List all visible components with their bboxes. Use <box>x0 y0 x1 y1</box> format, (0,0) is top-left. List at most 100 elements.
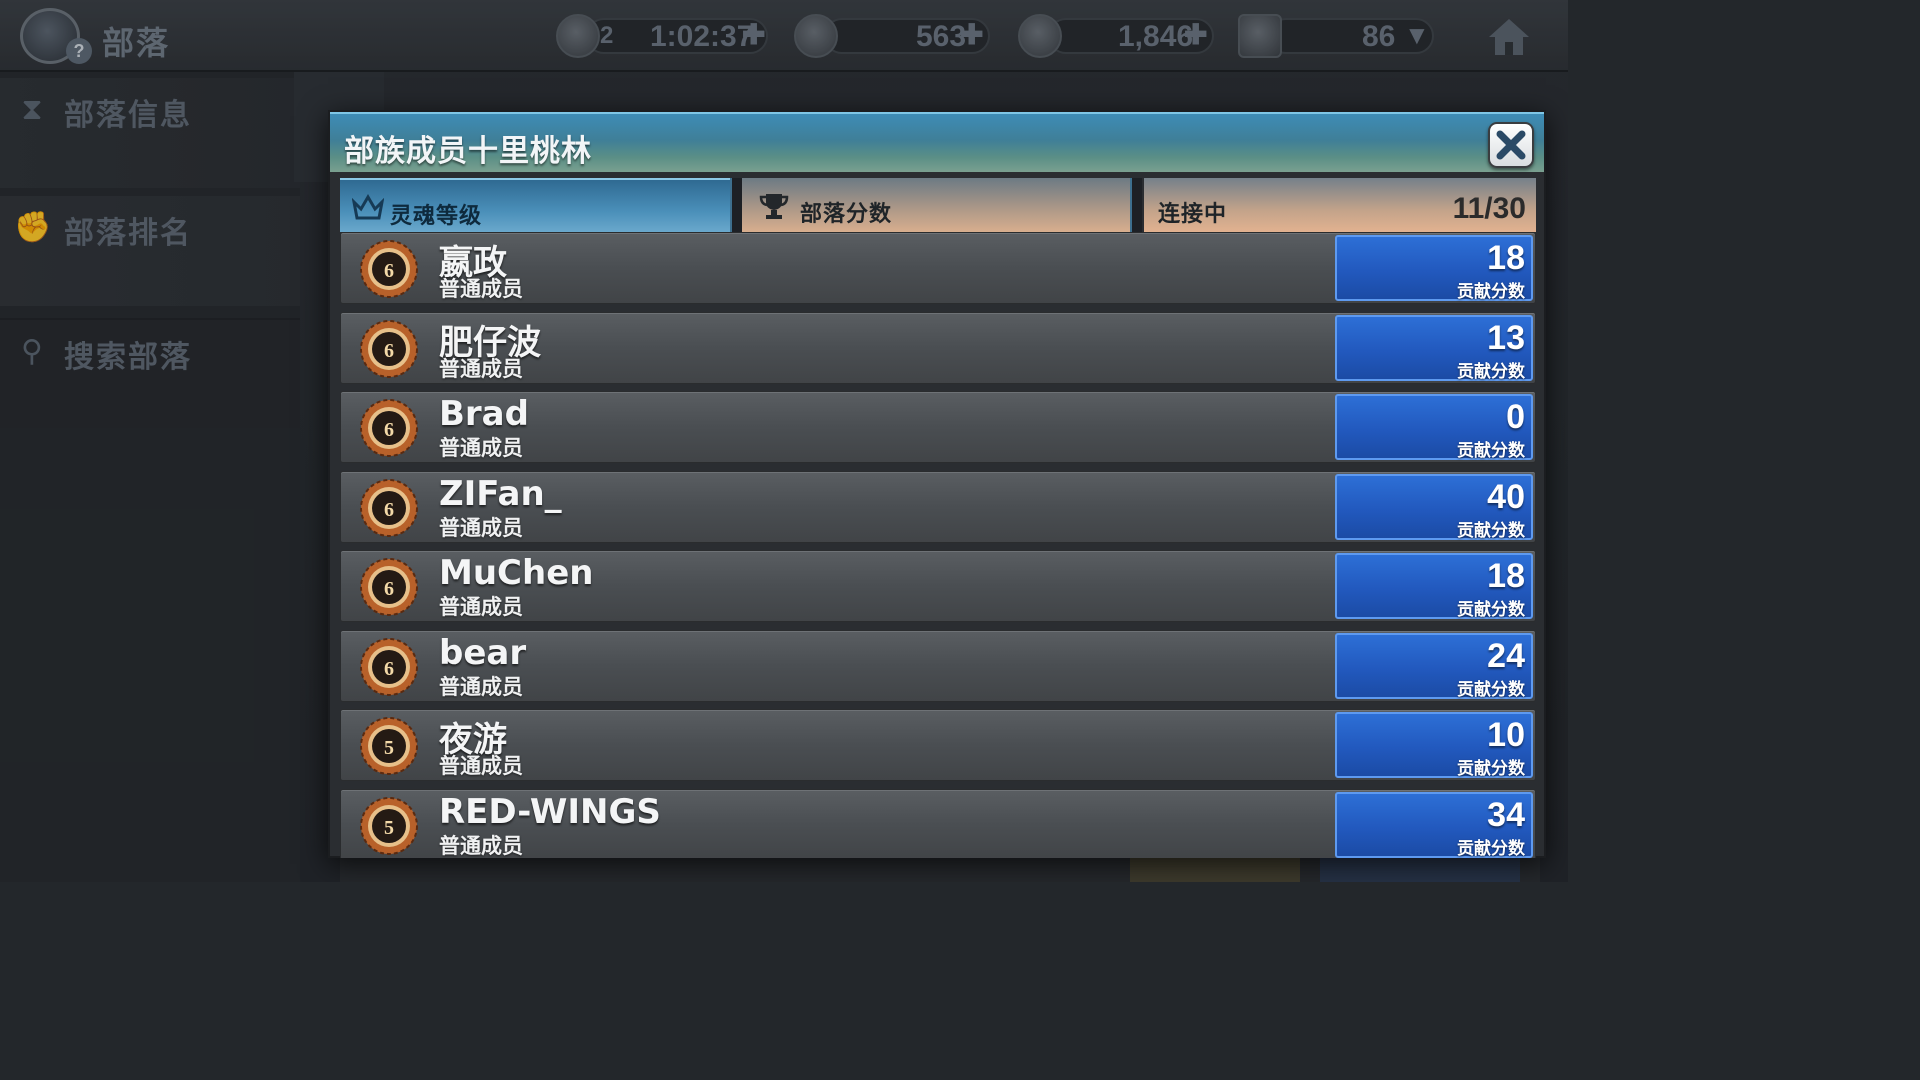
soul-level-value: 5 <box>384 737 394 759</box>
contribution-score-box: 13 贡献分数 <box>1335 314 1533 382</box>
soul-level-value: 6 <box>384 578 394 600</box>
soul-level-badge-icon: 6 <box>360 637 418 696</box>
soul-level-badge-icon: 5 <box>360 717 418 775</box>
sidebar-item-label: 搜索部落 <box>64 340 192 375</box>
contribution-score-label: 贡献分数 <box>1457 838 1525 859</box>
contribution-score-value: 40 <box>1487 477 1525 516</box>
close-button[interactable] <box>1488 122 1534 168</box>
member-name: Brad <box>439 394 529 434</box>
sidebar-item-search-tribe[interactable]: ⚲ 搜索部落 <box>0 318 300 428</box>
close-icon <box>1496 130 1526 160</box>
member-row[interactable]: 6 MuChen 普通成员 18 贡献分数 <box>340 550 1536 622</box>
member-list[interactable]: 6 嬴政 普通成员 18 贡献分数 6 肥仔波 普通成员 13 贡献分数 6 B… <box>340 232 1536 858</box>
contribution-score-label: 贡献分数 <box>1457 679 1525 700</box>
sidebar-item-label: 部落信息 <box>64 98 192 133</box>
trophy-icon <box>1238 14 1282 58</box>
soul-level-value: 6 <box>384 419 394 441</box>
member-row[interactable]: 5 夜游 普通成员 10 贡献分数 <box>340 709 1536 781</box>
soul-level-badge-icon: 6 <box>360 399 418 457</box>
contribution-score-box: 34 贡献分数 <box>1335 791 1533 859</box>
gem-icon <box>1018 14 1062 58</box>
member-row[interactable]: 5 RED-WINGS 普通成员 34 贡献分数 <box>340 788 1536 859</box>
home-icon[interactable] <box>1486 16 1532 58</box>
soul-level-badge-icon: 6 <box>360 478 418 537</box>
resource-b-value: 1,846 <box>1118 20 1194 53</box>
soul-level-value: 6 <box>384 658 394 680</box>
coin-icon <box>794 14 838 58</box>
contribution-score-value: 24 <box>1487 636 1525 675</box>
contribution-score-label: 贡献分数 <box>1457 441 1525 461</box>
crown-icon <box>352 194 384 220</box>
member-row[interactable]: 6 bear 普通成员 24 贡献分数 <box>340 629 1536 702</box>
tab-divider <box>730 178 742 232</box>
member-row[interactable]: 6 ZIFan_ 普通成员 40 贡献分数 <box>340 470 1536 543</box>
sidebar-item-tribe-ranking[interactable]: ✊ 部落排名 <box>0 196 300 306</box>
contribution-score-label: 贡献分数 <box>1457 600 1525 620</box>
member-role: 普通成员 <box>439 833 523 858</box>
soul-level-value: 6 <box>384 260 394 282</box>
resource-b-plus-icon[interactable]: ✚ <box>1184 18 1207 51</box>
timer-value: 1:02:37 <box>650 20 754 53</box>
member-name: bear <box>439 632 527 673</box>
member-role: 普通成员 <box>439 515 523 540</box>
soul-level-badge-icon: 6 <box>360 558 418 616</box>
contribution-score-box: 10 贡献分数 <box>1335 712 1533 779</box>
trophy-value: 86 <box>1362 20 1396 53</box>
member-name: RED-WINGS <box>439 791 661 832</box>
sort-tabs: 灵魂等级 部落分数 连接中 11/30 <box>340 178 1536 232</box>
contribution-score-box: 40 贡献分数 <box>1335 473 1533 541</box>
contribution-score-box: 0 贡献分数 <box>1335 394 1533 461</box>
trophy-counter: 86 ▼ <box>1238 14 1438 58</box>
soul-level-badge-icon: 5 <box>360 796 418 855</box>
member-row[interactable]: 6 Brad 普通成员 0 贡献分数 <box>340 391 1536 463</box>
tribe-members-dialog: 部族成员十里桃林 灵魂等级 部落分数 连接中 11/30 6 嬴政 普通成员 1… <box>328 110 1546 858</box>
sidebar-item-tribe-info[interactable]: ⧗ 部落信息 <box>0 78 300 188</box>
hourglass-icon <box>556 14 600 58</box>
fist-icon: ✊ <box>14 210 52 245</box>
contribution-score-label: 贡献分数 <box>1457 759 1525 779</box>
tab-soul-level[interactable]: 灵魂等级 <box>340 178 730 232</box>
tab-divider <box>1130 178 1142 232</box>
member-role: 普通成员 <box>439 674 523 699</box>
sidebar-item-label: 部落排名 <box>64 216 192 251</box>
member-row[interactable]: 6 嬴政 普通成员 18 贡献分数 <box>340 232 1536 304</box>
tab-tribe-score[interactable]: 部落分数 <box>742 178 1130 232</box>
contribution-score-label: 贡献分数 <box>1457 520 1525 541</box>
contribution-score-value: 34 <box>1487 795 1525 834</box>
contribution-score-value: 0 <box>1506 398 1525 436</box>
contribution-score-box: 18 贡献分数 <box>1335 553 1533 620</box>
soul-level-badge-icon: 6 <box>360 240 418 298</box>
search-icon: ⚲ <box>21 334 43 369</box>
game-screen: ? 部落 2 1:02:37 ✚ 563 ✚ 1,846 ✚ 86 ▼ ⧗ 部落… <box>0 0 1568 882</box>
member-row[interactable]: 6 肥仔波 普通成员 13 贡献分数 <box>340 311 1536 384</box>
trophy-dropdown-icon[interactable]: ▼ <box>1404 20 1430 51</box>
soul-level-value: 6 <box>384 340 394 362</box>
dialog-header: 部族成员十里桃林 <box>330 112 1544 172</box>
help-icon[interactable]: ? <box>66 38 92 64</box>
resource-a-plus-icon[interactable]: ✚ <box>960 18 983 51</box>
top-bar: ? 部落 2 1:02:37 ✚ 563 ✚ 1,846 ✚ 86 ▼ <box>0 0 1568 72</box>
member-name: ZIFan_ <box>439 473 562 514</box>
contribution-score-value: 18 <box>1487 239 1525 277</box>
timer-badge: 2 <box>600 22 614 49</box>
contribution-score-value: 18 <box>1487 557 1525 595</box>
tab-online[interactable]: 连接中 11/30 <box>1144 178 1536 232</box>
tab-label: 灵魂等级 <box>390 204 483 229</box>
online-count: 11/30 <box>1452 192 1526 225</box>
member-role: 普通成员 <box>439 595 523 619</box>
dialog-title: 部族成员十里桃林 <box>344 134 592 169</box>
contribution-score-box: 24 贡献分数 <box>1335 632 1533 700</box>
member-role: 普通成员 <box>439 436 523 460</box>
page-title: 部落 <box>102 24 171 62</box>
contribution-score-box: 18 贡献分数 <box>1335 235 1533 302</box>
hourglass-icon: ⧗ <box>21 92 43 127</box>
timer-plus-icon[interactable]: ✚ <box>742 18 765 51</box>
trophy-icon <box>759 194 789 219</box>
contribution-score-label: 贡献分数 <box>1457 282 1525 302</box>
contribution-score-value: 13 <box>1487 318 1525 357</box>
member-name: MuChen <box>439 553 594 593</box>
resource-b-counter: 1,846 ✚ <box>1018 14 1218 58</box>
tab-label: 连接中 <box>1158 202 1228 227</box>
member-role: 普通成员 <box>439 356 523 381</box>
member-role: 普通成员 <box>439 754 523 778</box>
